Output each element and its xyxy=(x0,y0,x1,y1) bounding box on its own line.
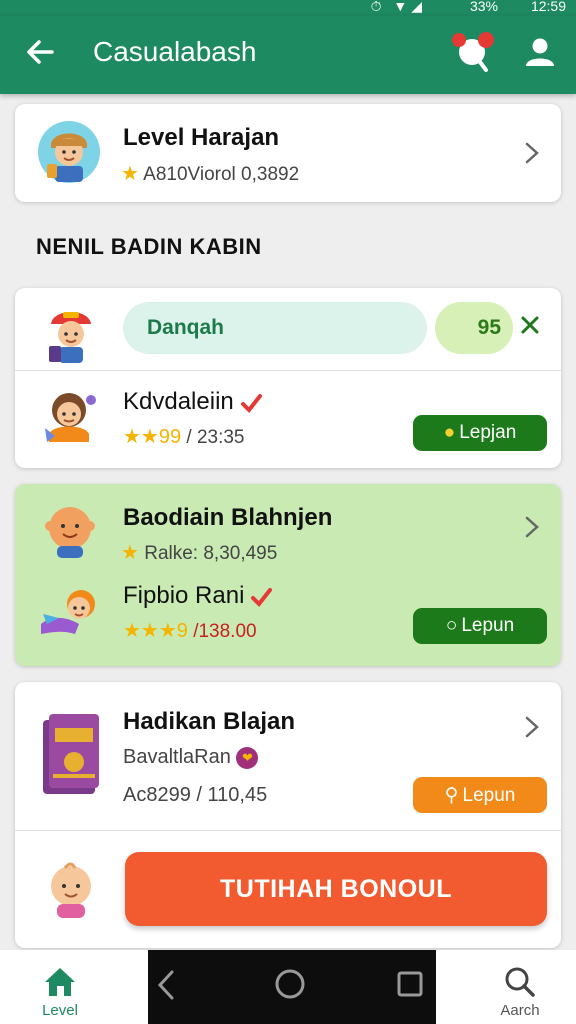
rating-stars: ★★★9 xyxy=(123,620,188,642)
chevron-right-icon[interactable] xyxy=(523,716,541,738)
join-button[interactable]: ⚲ Lepun xyxy=(413,777,547,813)
clock: 12:59 xyxy=(530,0,566,14)
baby-avatar-icon xyxy=(45,507,95,558)
book-title: Hadikan Blajan xyxy=(123,708,296,735)
check-icon xyxy=(240,393,262,413)
divider xyxy=(15,830,561,831)
player-name-text: Fipbio Rani xyxy=(123,582,245,609)
home-icon xyxy=(45,968,75,996)
join-button[interactable]: ○ Lepun xyxy=(413,608,547,644)
app-title: Casualabash xyxy=(93,36,257,67)
nav-level-label: Level xyxy=(42,1002,78,1019)
answer-input[interactable]: Danqah xyxy=(123,302,427,354)
system-nav-bar xyxy=(148,950,436,1024)
app-bar: Casualabash xyxy=(0,16,576,94)
highlight-stat: ★ Ralke: 8,30,495 xyxy=(121,540,277,565)
search-icon xyxy=(505,967,535,997)
player-stat: ★★99 / 23:35 xyxy=(123,424,245,449)
level-name: Level Harajan xyxy=(123,124,280,151)
level-card[interactable]: Level Harajan ★ A810Viorol 0,3892 xyxy=(15,104,561,202)
player-name: Kdvdaleiin xyxy=(123,388,262,416)
book-subtitle: BavaltlaRan ❤ xyxy=(123,746,259,769)
baby-avatar-icon xyxy=(51,862,91,918)
player-name-text: Kdvdaleiin xyxy=(123,388,234,415)
rating-stars: ★★99 xyxy=(123,426,182,448)
system-home-icon[interactable] xyxy=(274,968,306,1000)
check-icon xyxy=(251,587,273,607)
system-back-icon[interactable] xyxy=(156,970,176,1000)
chevron-right-icon[interactable] xyxy=(523,142,541,164)
player-stat-text: / 23:35 xyxy=(186,427,245,448)
nav-search[interactable]: Aarch xyxy=(490,962,550,1022)
player-name: Fipbio Rani xyxy=(123,582,273,610)
join-button[interactable]: ● Lepjan xyxy=(413,415,547,451)
firefighter-avatar-icon xyxy=(49,312,91,363)
close-icon[interactable] xyxy=(519,314,541,336)
lock-icon: ⚲ xyxy=(444,785,459,806)
book-stat: Ac8299 / 110,45 xyxy=(123,784,268,806)
score-badge: 95 xyxy=(435,302,513,354)
book-icon xyxy=(43,714,99,794)
highlight-stat-text: Ralke: 8,30,495 xyxy=(144,543,278,564)
girl-avatar-icon xyxy=(45,393,96,442)
join-button-label: Lepjan xyxy=(459,422,517,443)
flying-kid-avatar-icon xyxy=(41,590,95,634)
book-subtitle-text: BavaltlaRan xyxy=(123,746,231,768)
status-icons: ⏱ ▼◢ xyxy=(370,0,426,14)
back-arrow-icon[interactable] xyxy=(22,34,58,70)
section-title: NENIL BADIN KABIN xyxy=(36,234,262,259)
chevron-right-icon[interactable] xyxy=(523,516,541,538)
highlight-card[interactable]: Baodiain Blahnjen ★ Ralke: 8,30,495 Fipb… xyxy=(15,484,561,666)
star-icon: ★ xyxy=(121,542,139,564)
heart-badge-icon: ❤ xyxy=(236,746,259,769)
notification-icon[interactable] xyxy=(446,30,498,76)
status-bar: ⏱ ▼◢ 33% 12:59 xyxy=(0,0,576,16)
bonus-button[interactable]: TUTIHAH BONOUL xyxy=(125,852,547,926)
highlight-name: Baodiain Blahnjen xyxy=(123,504,333,531)
level-stat: ★ A810Viorol 0,3892 xyxy=(121,161,299,186)
bottom-nav: Level Aarch xyxy=(0,950,576,1024)
star-icon: ★ xyxy=(121,163,139,185)
join-button-label: Lepun xyxy=(462,785,516,806)
nav-search-label: Aarch xyxy=(500,1002,540,1019)
profile-icon[interactable] xyxy=(522,34,558,70)
system-recents-icon[interactable] xyxy=(396,970,424,998)
nav-level[interactable]: Level xyxy=(30,962,90,1022)
challenge-card: Danqah 95 Kdvdaleiin ★★99 / 23:35 ● Lepja… xyxy=(15,288,561,468)
coin-icon: ● xyxy=(443,422,456,443)
join-button-label: Lepun xyxy=(461,615,515,636)
boy-avatar-icon xyxy=(38,121,100,183)
level-stat-text: A810Viorol 0,3892 xyxy=(143,164,300,185)
player-stat-text: /138.00 xyxy=(193,621,257,642)
book-card: Hadikan Blajan BavaltlaRan ❤ Ac8299 / 11… xyxy=(15,682,561,948)
battery-percent: 33% xyxy=(469,0,498,14)
player-stat: ★★★9 /138.00 xyxy=(123,618,257,643)
divider xyxy=(15,370,561,371)
refresh-icon: ○ xyxy=(445,615,458,636)
